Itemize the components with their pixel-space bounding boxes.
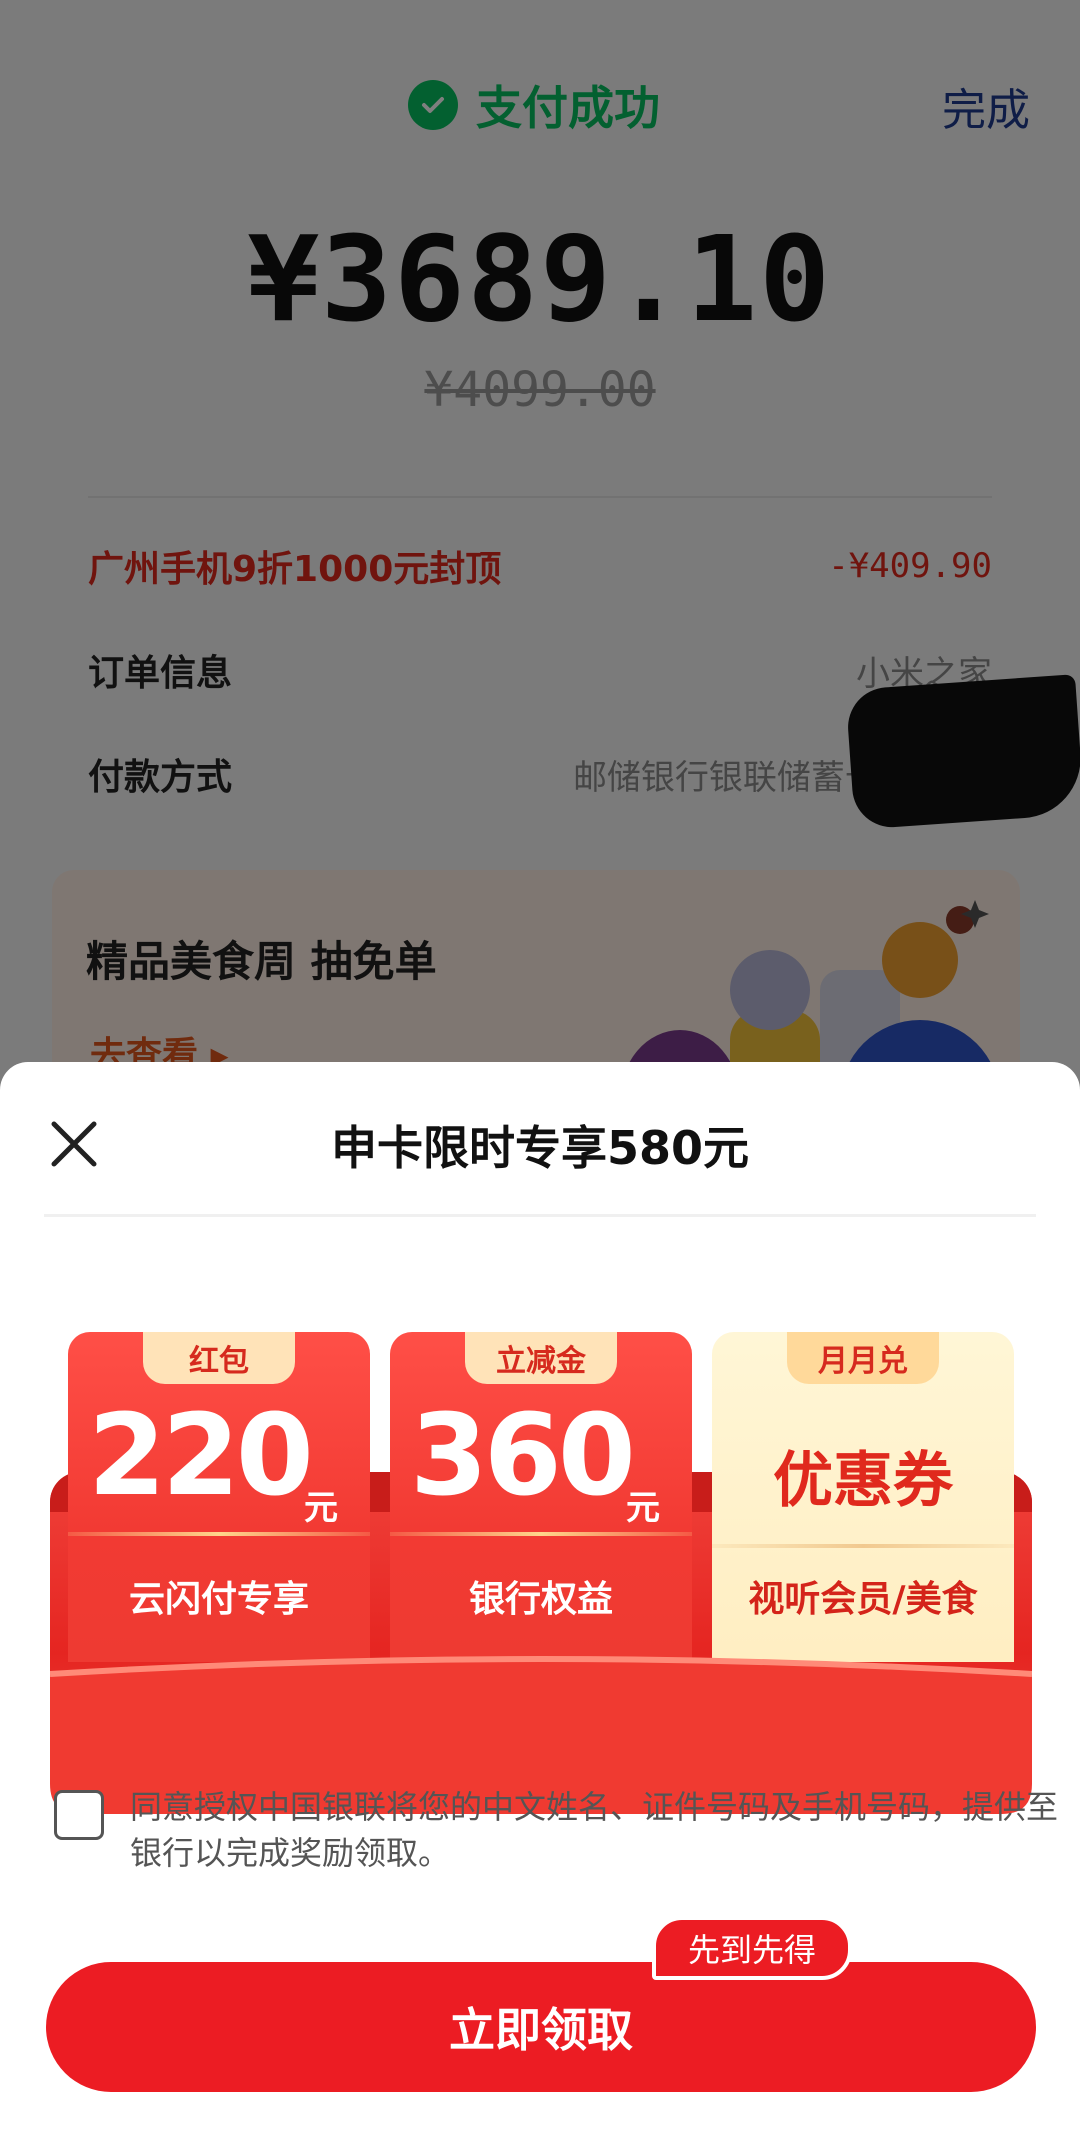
offer-unit: 元 xyxy=(304,1488,338,1528)
sheet-divider xyxy=(44,1214,1036,1217)
offer-card-red-packet: 红包 220 元 云闪付专享 xyxy=(68,1332,370,1662)
first-come-badge: 先到先得 xyxy=(652,1916,852,1980)
consent-checkbox[interactable] xyxy=(54,1790,104,1840)
offer-separator xyxy=(68,1532,370,1536)
offer-subtitle: 银行权益 xyxy=(468,1579,613,1620)
offer-separator xyxy=(390,1532,692,1536)
offer-tag: 立减金 xyxy=(465,1332,617,1384)
offer-amount: 360 xyxy=(410,1391,636,1521)
offer-card-coupon: 月月兑 优惠券 视听会员/美食 xyxy=(712,1332,1014,1662)
offer-subtitle: 视听会员/美食 xyxy=(748,1579,978,1620)
offer-card-instant-discount: 立减金 360 元 银行权益 xyxy=(390,1332,692,1662)
consent-text: 同意授权中国银联将您的中文姓名、证件号码及手机号码，提供至银行以完成奖励领取。 xyxy=(130,1788,1059,1872)
sheet-title: 申卡限时专享580元 xyxy=(330,1121,750,1175)
offer-tag: 红包 xyxy=(143,1332,295,1384)
offer-subtitle: 云闪付专享 xyxy=(128,1579,309,1620)
offer-unit: 元 xyxy=(626,1488,660,1528)
offer-headline: 优惠券 xyxy=(773,1446,953,1516)
offer-separator xyxy=(712,1544,1014,1548)
offer-amount: 220 xyxy=(88,1391,314,1521)
claim-now-button[interactable]: 立即领取 xyxy=(46,1962,1036,2092)
offer-tag: 月月兑 xyxy=(787,1332,939,1384)
card-offer-sheet: 申卡限时专享580元 红包 220 元 云闪付专享 立减金 360 元 银行权益… xyxy=(0,1062,1080,2138)
offer-panel: 红包 220 元 云闪付专享 立减金 360 元 银行权益 月月兑 优惠券 视听… xyxy=(50,1332,1032,1814)
cta-area: 立即领取 先到先得 xyxy=(46,1916,1036,2092)
